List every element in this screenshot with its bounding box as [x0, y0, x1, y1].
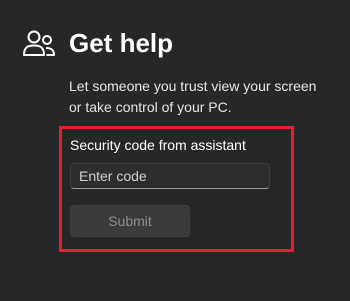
get-help-page: Get help Let someone you trust view your…: [0, 0, 350, 301]
security-code-input[interactable]: [70, 163, 270, 189]
submit-button[interactable]: Submit: [70, 205, 190, 237]
page-title: Get help: [69, 28, 174, 58]
security-code-label: Security code from assistant: [70, 137, 246, 153]
description-line-1: Let someone you trust view your screen: [69, 78, 317, 94]
people-icon: [22, 28, 56, 62]
description-text: Let someone you trust view your screen o…: [69, 76, 339, 118]
description-line-2: or take control of your PC.: [69, 99, 232, 115]
